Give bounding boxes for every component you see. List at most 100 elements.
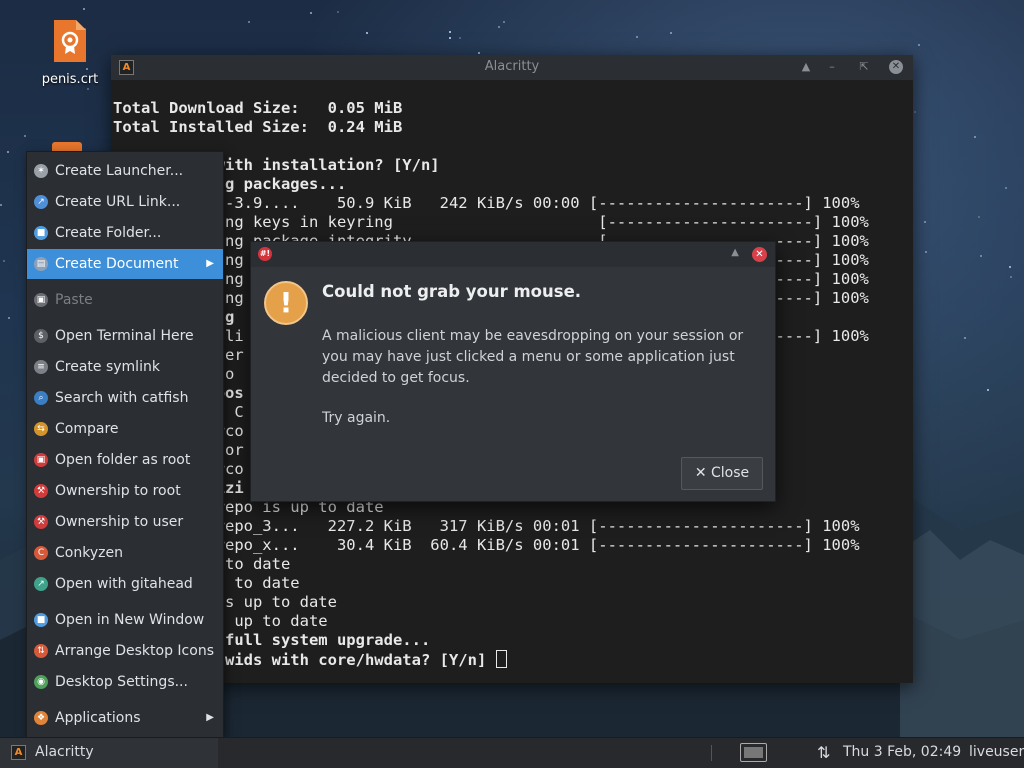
certificate-icon <box>52 18 88 64</box>
star <box>925 251 927 253</box>
chevron-right-icon: ▶ <box>206 258 214 269</box>
terminal-line: h-3.9.... 50.9 KiB 242 KiB/s 00:00 [----… <box>113 194 860 212</box>
warning-icon: ! <box>264 281 308 325</box>
close-button-label: Close <box>711 465 750 481</box>
tools-icon: ⚒ <box>34 484 48 498</box>
desktop-context-menu: ✶ Create Launcher... ↗ Create URL Link... ■ C… <box>26 151 224 738</box>
shade-icon[interactable]: ▲ <box>797 58 815 76</box>
menu-item-label: Ownership to root <box>55 483 181 499</box>
root-folder-icon: ▣ <box>34 453 48 467</box>
menu-item-open-with-gitahead[interactable]: ↗ Open with gitahead <box>27 569 223 599</box>
menu-item-ownership-to-user[interactable]: ⚒ Ownership to user <box>27 507 223 537</box>
menu-item-open-folder-as-root[interactable]: ▣ Open folder as root <box>27 445 223 475</box>
star <box>1005 187 1007 189</box>
star <box>964 337 966 339</box>
terminal-line: to date <box>224 555 291 573</box>
menu-item-ownership-to-root[interactable]: ⚒ Ownership to root <box>27 476 223 506</box>
star <box>248 21 250 23</box>
menu-item-label: Create Document <box>55 256 179 272</box>
terminal-line: Total Installed Size: 0.24 MiB <box>113 118 403 136</box>
menu-item-paste: ▣ Paste <box>27 285 223 315</box>
menu-item-create-document[interactable]: ▤ Create Document ▶ <box>27 249 223 279</box>
terminal-line: repo_x... 30.4 KiB 60.4 KiB/s 00:01 [---… <box>113 536 860 554</box>
menu-item-desktop-settings[interactable]: ◉ Desktop Settings... <box>27 667 223 697</box>
menu-item-search-with-catfish[interactable]: ⌕ Search with catfish <box>27 383 223 413</box>
maximize-icon[interactable]: ⇱ <box>855 58 873 76</box>
star <box>7 151 9 153</box>
star <box>503 21 505 23</box>
menu-item-create-launcher[interactable]: ✶ Create Launcher... <box>27 156 223 186</box>
menu-item-label: Create Launcher... <box>55 163 184 179</box>
terminal-titlebar[interactable]: A Alacritty ▲ – ⇱ ✕ <box>111 55 913 80</box>
star <box>3 260 5 262</box>
menu-item-label: Arrange Desktop Icons <box>55 643 214 659</box>
chevron-right-icon: ▶ <box>206 712 214 723</box>
dialog-retry-text: Try again. <box>322 410 391 426</box>
menu-item-label: Open Terminal Here <box>55 328 194 344</box>
desktop-settings-icon: ◉ <box>34 675 48 689</box>
star <box>974 136 976 138</box>
star <box>978 216 980 218</box>
symlink-icon: ≡ <box>34 360 48 374</box>
taskbar-app-alacritty[interactable]: A Alacritty <box>0 738 218 768</box>
menu-item-create-symlink[interactable]: ≡ Create symlink <box>27 352 223 382</box>
star <box>87 88 89 90</box>
dialog-titlebar[interactable]: #! ▲ ✕ <box>251 242 775 267</box>
clock[interactable]: Thu 3 Feb, 02:49 <box>843 744 961 760</box>
terminal-line: is up to date <box>113 593 337 611</box>
menu-item-compare[interactable]: ⇆ Compare <box>27 414 223 444</box>
star <box>337 11 339 13</box>
menu-item-label: Paste <box>55 292 93 308</box>
desktop-file-certificate[interactable]: penis.crt <box>30 18 110 87</box>
minimize-icon[interactable]: – <box>823 58 841 76</box>
shade-icon[interactable]: ▲ <box>731 247 739 258</box>
network-icon[interactable]: ⇅ <box>817 743 830 762</box>
star <box>449 31 451 33</box>
menu-item-label: Compare <box>55 421 119 437</box>
terminal-line: ing keys in keyring [-------------------… <box>113 213 869 231</box>
menu-item-conkyzen[interactable]: C Conkyzen <box>27 538 223 568</box>
terminal-line: p to date <box>216 574 300 592</box>
star <box>83 8 85 10</box>
catfish-icon: ⌕ <box>34 391 48 405</box>
menu-item-label: Open with gitahead <box>55 576 193 592</box>
menu-item-applications[interactable]: ❖ Applications ▶ <box>27 703 223 733</box>
terminal-line: hwids with core/hwdata? [Y/n] <box>113 650 913 669</box>
star <box>924 221 926 223</box>
star <box>914 111 916 113</box>
menu-item-label: Desktop Settings... <box>55 674 188 690</box>
close-icon[interactable]: ✕ <box>889 60 903 74</box>
star <box>0 204 2 206</box>
dialog-heading: Could not grab your mouse. <box>322 282 582 301</box>
taskbar: A Alacritty ⇅ Thu 3 Feb, 02:49 liveuser <box>0 737 1024 768</box>
menu-item-create-url-link[interactable]: ↗ Create URL Link... <box>27 187 223 217</box>
star <box>918 44 920 46</box>
desktop-icon-label: penis.crt <box>41 72 99 87</box>
terminal-icon: $ <box>34 329 48 343</box>
compare-icon: ⇆ <box>34 422 48 436</box>
username[interactable]: liveuser <box>969 744 1024 760</box>
menu-item-open-in-new-window[interactable]: ■ Open in New Window <box>27 605 223 635</box>
menu-item-arrange-desktop-icons[interactable]: ⇅ Arrange Desktop Icons <box>27 636 223 666</box>
document-icon: ▤ <box>34 257 48 271</box>
applications-icon: ❖ <box>34 711 48 725</box>
menu-item-open-terminal-here[interactable]: $ Open Terminal Here <box>27 321 223 351</box>
dialog-message: A malicious client may be eavesdropping … <box>322 328 744 386</box>
menu-item-create-folder[interactable]: ■ Create Folder... <box>27 218 223 248</box>
menu-item-label: Open folder as root <box>55 452 191 468</box>
star <box>8 317 10 319</box>
star <box>980 255 982 257</box>
menu-item-label: Open in New Window <box>55 612 205 628</box>
close-button[interactable]: ✕ Close <box>681 457 763 490</box>
menu-item-label: Conkyzen <box>55 545 123 561</box>
close-icon[interactable]: ✕ <box>752 247 767 262</box>
show-desktop-icon[interactable] <box>740 743 767 762</box>
terminal-line: repo_3... 227.2 KiB 317 KiB/s 00:01 [---… <box>113 517 860 535</box>
terminal-line: s up to date <box>216 612 328 630</box>
star <box>366 32 368 34</box>
folder-icon: ■ <box>34 226 48 240</box>
gitahead-icon: ↗ <box>34 577 48 591</box>
link-icon: ↗ <box>34 195 48 209</box>
grab-mouse-dialog: #! ▲ ✕ ! Could not grab your mouse. A ma… <box>250 241 776 502</box>
